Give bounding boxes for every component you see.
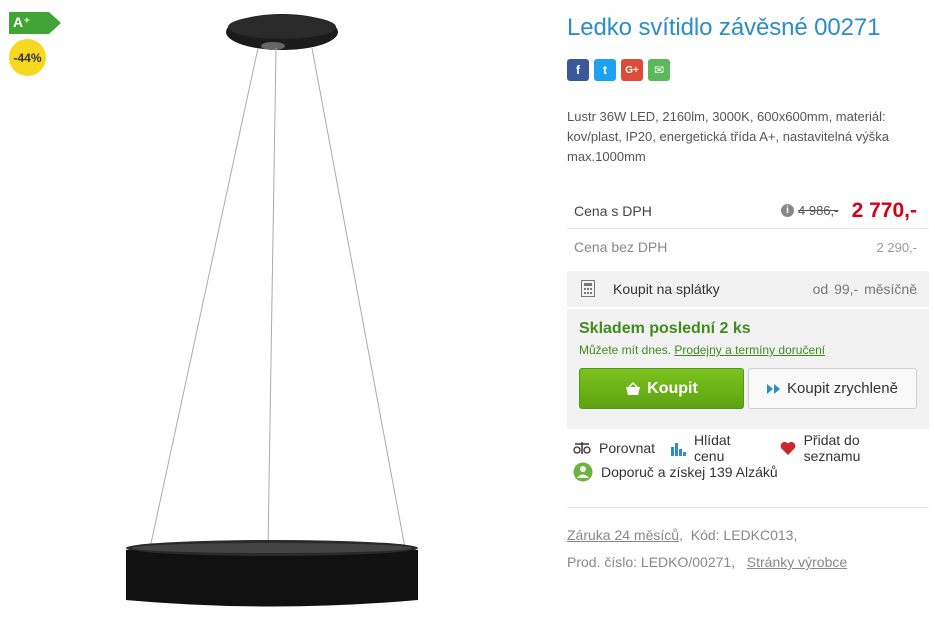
discount-badge: -44% [9, 39, 46, 76]
googleplus-share-button[interactable]: G+ [621, 59, 643, 81]
product-image-area: A⁺ -44% [0, 0, 555, 629]
email-icon: ✉ [653, 63, 665, 77]
meta-line-2: Prod. číslo: LEDKO/00271, Stránky výrobc… [567, 554, 847, 570]
heart-icon [780, 441, 795, 455]
product-info: Ledko svítidlo závěsné 00271 f t G+ ✉ Lu… [567, 0, 935, 629]
basket-icon [626, 381, 641, 395]
price-with-vat-label: Cena s DPH [574, 203, 652, 219]
delivery-link[interactable]: Prodejny a termíny doručení [674, 343, 825, 357]
calculator-icon [581, 280, 595, 297]
watch-price-action[interactable]: Hlídat cenu [670, 432, 765, 464]
watch-price-label: Hlídat cenu [694, 432, 731, 464]
quick-buy-label: Koupit zrychleně [787, 380, 898, 397]
share-buttons: f t G+ ✉ [567, 59, 670, 81]
price-with-vat-row: Cena s DPH i 4 986,- 2 770,- [567, 193, 929, 229]
double-chevron-icon [767, 383, 781, 394]
quick-buy-button[interactable]: Koupit zrychleně [748, 368, 917, 409]
product-actions: Porovnat Hlídat cenu Přidat do seznamu [573, 432, 935, 464]
add-to-list-label: Přidat do seznamu [803, 432, 861, 464]
meta-line-1: Záruka 24 měsíců, Kód: LEDKC013, [567, 527, 798, 543]
current-price: 2 770,- [851, 199, 917, 222]
warranty-link[interactable]: Záruka 24 měsíců [567, 527, 679, 543]
facebook-icon: f [576, 63, 580, 77]
energy-class-text: A⁺ [13, 14, 31, 30]
installments-label: Koupit na splátky [613, 281, 720, 297]
old-price: 4 986,- [798, 203, 839, 218]
stock-subtitle: Můžete mít dnes. Prodejny a termíny doru… [579, 343, 825, 357]
price-without-vat-label: Cena bez DPH [574, 239, 668, 255]
compare-label: Porovnat [599, 440, 656, 456]
product-description: Lustr 36W LED, 2160lm, 3000K, 600x600mm,… [567, 109, 889, 164]
add-to-list-action[interactable]: Přidat do seznamu [780, 432, 920, 464]
divider [567, 507, 929, 508]
email-share-button[interactable]: ✉ [648, 59, 670, 81]
price-box: Cena s DPH i 4 986,- 2 770,- Cena bez DP… [567, 193, 929, 429]
twitter-share-button[interactable]: t [594, 59, 616, 81]
stock-subtitle-text: Můžete mít dnes. [579, 343, 672, 357]
installments-row[interactable]: Koupit na splátky od 99,- měsíčně [567, 271, 929, 307]
price-without-vat-value: 2 290,- [876, 240, 917, 255]
buy-button[interactable]: Koupit [579, 368, 744, 409]
product-code: Kód: LEDKC013, [690, 527, 798, 543]
stock-status: Skladem poslední 2 ks [579, 320, 751, 337]
product-image[interactable] [0, 0, 555, 629]
facebook-share-button[interactable]: f [567, 59, 589, 81]
product-number: Prod. číslo: LEDKO/00271, [567, 554, 736, 570]
stock-box: Skladem poslední 2 ks Můžete mít dnes. P… [567, 309, 929, 429]
price-without-vat-row: Cena bez DPH 2 290,- [567, 229, 929, 265]
googleplus-icon: G+ [625, 64, 639, 76]
chart-icon [671, 442, 686, 456]
recommend-label: Doporuč a získej 139 Alzáků [601, 464, 778, 480]
recommend-icon [573, 462, 593, 482]
buy-button-label: Koupit [647, 379, 698, 397]
manufacturer-link[interactable]: Stránky výrobce [747, 554, 847, 570]
installments-value: od 99,- měsíčně [812, 281, 917, 297]
product-title: Ledko svítidlo závěsné 00271 [567, 14, 881, 41]
compare-action[interactable]: Porovnat [573, 432, 655, 464]
energy-label-badge[interactable]: A⁺ [9, 12, 61, 34]
scales-icon [573, 442, 591, 454]
twitter-icon: t [603, 63, 607, 77]
recommend-action[interactable]: Doporuč a získej 139 Alzáků [573, 462, 778, 482]
info-icon[interactable]: i [781, 204, 794, 217]
